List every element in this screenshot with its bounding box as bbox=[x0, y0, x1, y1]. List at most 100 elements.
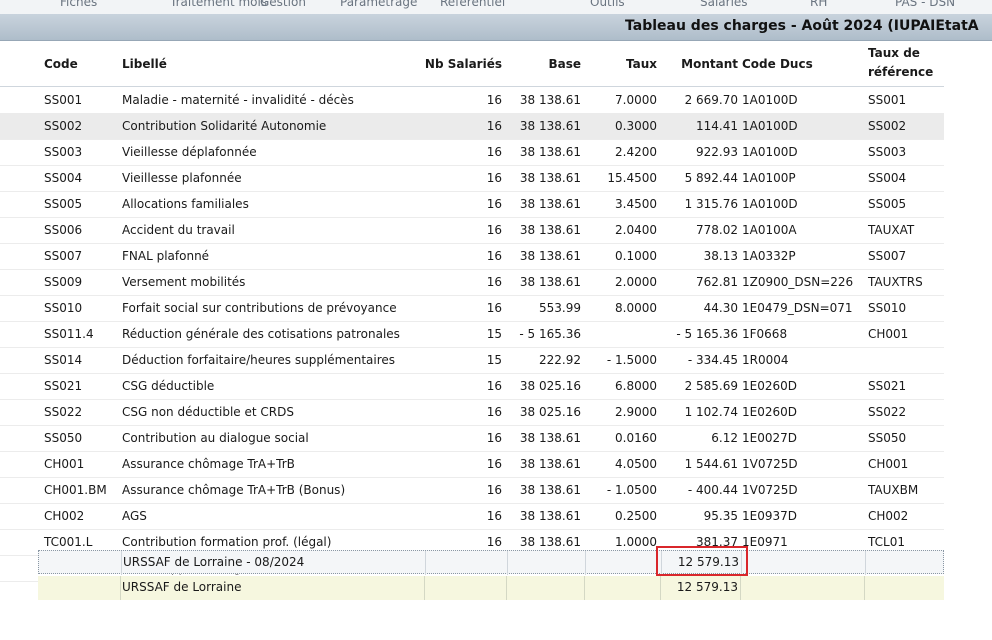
column-header-base[interactable]: Base bbox=[505, 57, 581, 71]
total-montant: 12 579.13 bbox=[676, 580, 738, 594]
cell-nb-salaries: 16 bbox=[486, 379, 502, 393]
table-row[interactable]: SS009 Versement mobilités 16 38 138.61 2.000… bbox=[0, 269, 944, 296]
cell-code-ducs: 1A0100D bbox=[742, 93, 798, 107]
column-header-libelle[interactable]: Libellé bbox=[122, 57, 167, 71]
cell-code-ducs: 1A0100A bbox=[742, 223, 797, 237]
cell-taux-reference: SS021 bbox=[868, 379, 907, 393]
table-row[interactable]: SS001 Maladie - maternité - invalidité - … bbox=[0, 87, 944, 114]
menu-item[interactable]: RH bbox=[810, 0, 827, 9]
cell-taux: 2.4200 bbox=[615, 145, 657, 159]
menu-item[interactable]: Paramétrage bbox=[340, 0, 417, 9]
subtotal-label: URSSAF de Lorraine - 08/2024 bbox=[123, 555, 305, 569]
cell-code: SS003 bbox=[44, 145, 83, 159]
cell-code-ducs: 1A0100D bbox=[742, 197, 798, 211]
column-header-taux-reference-line1[interactable]: Taux de bbox=[868, 46, 920, 60]
column-header-montant[interactable]: Montant bbox=[662, 57, 738, 71]
cell-code: CH002 bbox=[44, 509, 85, 523]
divider bbox=[584, 576, 585, 600]
cell-taux: 0.0160 bbox=[615, 431, 657, 445]
menu-item[interactable]: Gestion bbox=[260, 0, 306, 9]
table-row[interactable]: SS010 Forfait social sur contributions de… bbox=[0, 295, 944, 322]
cell-taux: 2.0000 bbox=[615, 275, 657, 289]
menu-item[interactable]: Salariés bbox=[700, 0, 748, 9]
menu-item[interactable]: Fiches bbox=[60, 0, 97, 9]
menu-item[interactable]: Référentiel bbox=[440, 0, 505, 9]
cell-nb-salaries: 16 bbox=[486, 431, 502, 445]
cell-taux: 15.4500 bbox=[607, 171, 657, 185]
cell-taux-reference: SS001 bbox=[868, 93, 907, 107]
divider bbox=[506, 576, 507, 600]
table-row[interactable]: SS050 Contribution au dialogue social 16 38… bbox=[0, 425, 944, 452]
subtotal-row[interactable]: URSSAF de Lorraine - 08/2024 12 579.13 bbox=[38, 550, 944, 575]
table-row[interactable]: CH001 Assurance chômage TrA+TrB 16 38 138.6… bbox=[0, 451, 944, 478]
column-header-taux-reference-line2[interactable]: référence bbox=[868, 65, 933, 79]
table-row[interactable]: SS022 CSG non déductible et CRDS 16 38 025.… bbox=[0, 399, 944, 426]
table-row[interactable]: SS021 CSG déductible 16 38 025.16 6.8000 2 58… bbox=[0, 373, 944, 400]
table-row[interactable]: SS003 Vieillesse déplafonnée 16 38 138.61 2.… bbox=[0, 139, 944, 166]
cell-taux-reference: TAUXBM bbox=[868, 483, 919, 497]
cell-code-ducs: 1E0479_DSN=071 bbox=[742, 301, 853, 315]
cell-base: 38 138.61 bbox=[519, 249, 581, 263]
column-header-code-ducs[interactable]: Code Ducs bbox=[742, 57, 813, 71]
cell-code: SS005 bbox=[44, 197, 83, 211]
cell-code: SS014 bbox=[44, 353, 83, 367]
menu-item[interactable]: PAS - DSN bbox=[895, 0, 955, 9]
cell-taux-reference: SS007 bbox=[868, 249, 907, 263]
total-row[interactable]: URSSAF de Lorraine 12 579.13 bbox=[38, 576, 944, 600]
cell-base: 38 138.61 bbox=[519, 275, 581, 289]
cell-montant: 6.12 bbox=[711, 431, 738, 445]
cell-libelle: Réduction générale des cotisations patro… bbox=[122, 327, 400, 341]
highlight-box bbox=[656, 546, 748, 576]
cell-libelle: Forfait social sur contributions de prév… bbox=[122, 301, 397, 315]
menu-bar: Fiches Traitement mois Gestion Paramétrage R… bbox=[0, 0, 992, 15]
cell-base: 38 138.61 bbox=[519, 145, 581, 159]
cell-libelle: Maladie - maternité - invalidité - décès bbox=[122, 93, 354, 107]
cell-taux bbox=[585, 321, 657, 347]
cell-taux-reference: SS002 bbox=[868, 119, 907, 133]
menu-item[interactable]: Outils bbox=[590, 0, 625, 9]
cell-nb-salaries: 16 bbox=[486, 93, 502, 107]
divider bbox=[740, 576, 741, 600]
table-row[interactable]: SS011.4 Réduction générale des cotisation… bbox=[0, 321, 944, 348]
cell-libelle: FNAL plafonné bbox=[122, 249, 210, 263]
cell-base: 38 138.61 bbox=[519, 457, 581, 471]
cell-taux: 6.8000 bbox=[615, 379, 657, 393]
cell-base: 38 138.61 bbox=[519, 509, 581, 523]
cell-code-ducs: 1E0027D bbox=[742, 431, 797, 445]
menu-item[interactable]: Traitement mois bbox=[170, 0, 267, 9]
cell-taux: 0.2500 bbox=[615, 509, 657, 523]
cell-taux: 4.0500 bbox=[615, 457, 657, 471]
table-row[interactable]: SS002 Contribution Solidarité Autonomie 16… bbox=[0, 113, 944, 140]
cell-taux-reference: SS010 bbox=[868, 301, 907, 315]
column-header-taux[interactable]: Taux bbox=[585, 57, 657, 71]
cell-libelle: Allocations familiales bbox=[122, 197, 249, 211]
table-row[interactable]: SS007 FNAL plafonné 16 38 138.61 0.1000 38.13… bbox=[0, 243, 944, 270]
cell-libelle: CSG non déductible et CRDS bbox=[122, 405, 294, 419]
table-row[interactable]: SS006 Accident du travail 16 38 138.61 2.040… bbox=[0, 217, 944, 244]
cell-montant: 2 669.70 bbox=[684, 93, 738, 107]
divider bbox=[120, 576, 121, 600]
divider bbox=[585, 551, 586, 575]
cell-montant: 1 315.76 bbox=[684, 197, 738, 211]
table-row[interactable]: CH002 AGS 16 38 138.61 0.2500 95.35 1E0937D CH0… bbox=[0, 503, 944, 530]
cell-base: 38 138.61 bbox=[519, 93, 581, 107]
cell-code-ducs: 1E0260D bbox=[742, 379, 797, 393]
cell-base: 38 025.16 bbox=[519, 405, 581, 419]
cell-code-ducs: 1A0100D bbox=[742, 145, 798, 159]
cell-taux-reference: SS005 bbox=[868, 197, 907, 211]
table-row[interactable]: SS014 Déduction forfaitaire/heures supplé… bbox=[0, 347, 944, 374]
table-row[interactable]: CH001.BM Assurance chômage TrA+TrB (Bonus… bbox=[0, 477, 944, 504]
divider bbox=[865, 551, 866, 575]
table-row[interactable]: SS005 Allocations familiales 16 38 138.61 3.… bbox=[0, 191, 944, 218]
divider bbox=[425, 551, 426, 575]
cell-code-ducs: 1F0668 bbox=[742, 327, 788, 341]
cell-taux: 2.9000 bbox=[615, 405, 657, 419]
cell-code: SS011.4 bbox=[44, 327, 94, 341]
table-row[interactable]: SS004 Vieillesse plafonnée 16 38 138.61 15.4… bbox=[0, 165, 944, 192]
column-header-code[interactable]: Code bbox=[44, 57, 78, 71]
cell-nb-salaries: 15 bbox=[486, 353, 502, 367]
column-header-nb-salaries[interactable]: Nb Salariés bbox=[420, 57, 502, 71]
cell-nb-salaries: 16 bbox=[486, 145, 502, 159]
cell-libelle: AGS bbox=[122, 509, 147, 523]
cell-libelle: Versement mobilités bbox=[122, 275, 246, 289]
